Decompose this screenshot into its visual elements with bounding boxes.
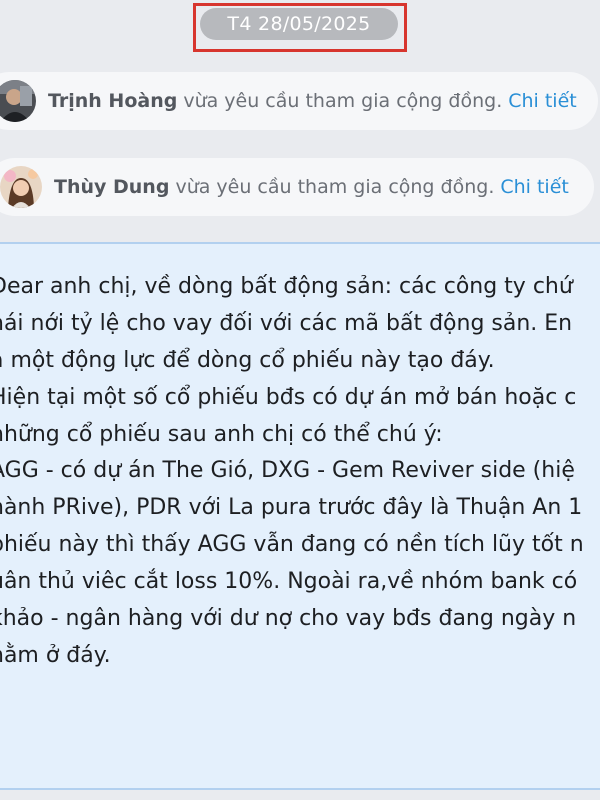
notice-detail-link[interactable]: Chi tiết [500, 176, 569, 198]
message-line: hành PRive), PDR với La pura trước đây l… [0, 495, 583, 521]
message-line: phiếu này thì thấy AGG vẫn đang có nền t… [0, 532, 584, 558]
notice-action-text: vừa yêu cầu tham gia cộng đồng. [175, 176, 495, 198]
message-line: AGG - có dự án The Gió, DXG - Gem Revive… [0, 458, 575, 484]
avatar[interactable] [0, 80, 36, 122]
chat-screen: T4 28/05/2025 Trịnh Hoàng vừa yêu cầu th… [0, 0, 600, 800]
notice-action-text: vừa yêu cầu tham gia cộng đồng. [183, 90, 503, 112]
message-line: uân thủ viêc cắt loss 10%. Ngoài ra,về n… [0, 569, 578, 595]
avatar[interactable] [0, 166, 42, 208]
join-request-notice: Thùy Dung vừa yêu cầu tham gia cộng đồng… [0, 158, 594, 216]
message-line: khảo - ngân hàng với dư nợ cho vay bđs đ… [0, 606, 577, 632]
join-request-notice: Trịnh Hoàng vừa yêu cầu tham gia cộng đồ… [0, 72, 598, 130]
message-line: nằm ở đáy. [0, 642, 111, 668]
message-text: Dear anh chị, về dòng bất động sản: các … [0, 269, 600, 675]
message-line: à một động lực để dòng cổ phiếu này tạo … [0, 347, 495, 373]
message-line: hái nới tỷ lệ cho vay đối với các mã bất… [0, 310, 573, 336]
notice-user-name[interactable]: Thùy Dung [54, 176, 169, 198]
message-line: Dear anh chị, về dòng bất động sản: các … [0, 274, 573, 299]
date-highlight-box [193, 3, 407, 52]
message-line: những cổ phiếu sau anh chị có thể chú ý: [0, 421, 443, 447]
message-line: Hiện tại một số cổ phiếu bđs có dự án mở… [0, 384, 577, 410]
notice-user-name[interactable]: Trịnh Hoàng [48, 90, 177, 112]
notice-detail-link[interactable]: Chi tiết [508, 90, 577, 112]
